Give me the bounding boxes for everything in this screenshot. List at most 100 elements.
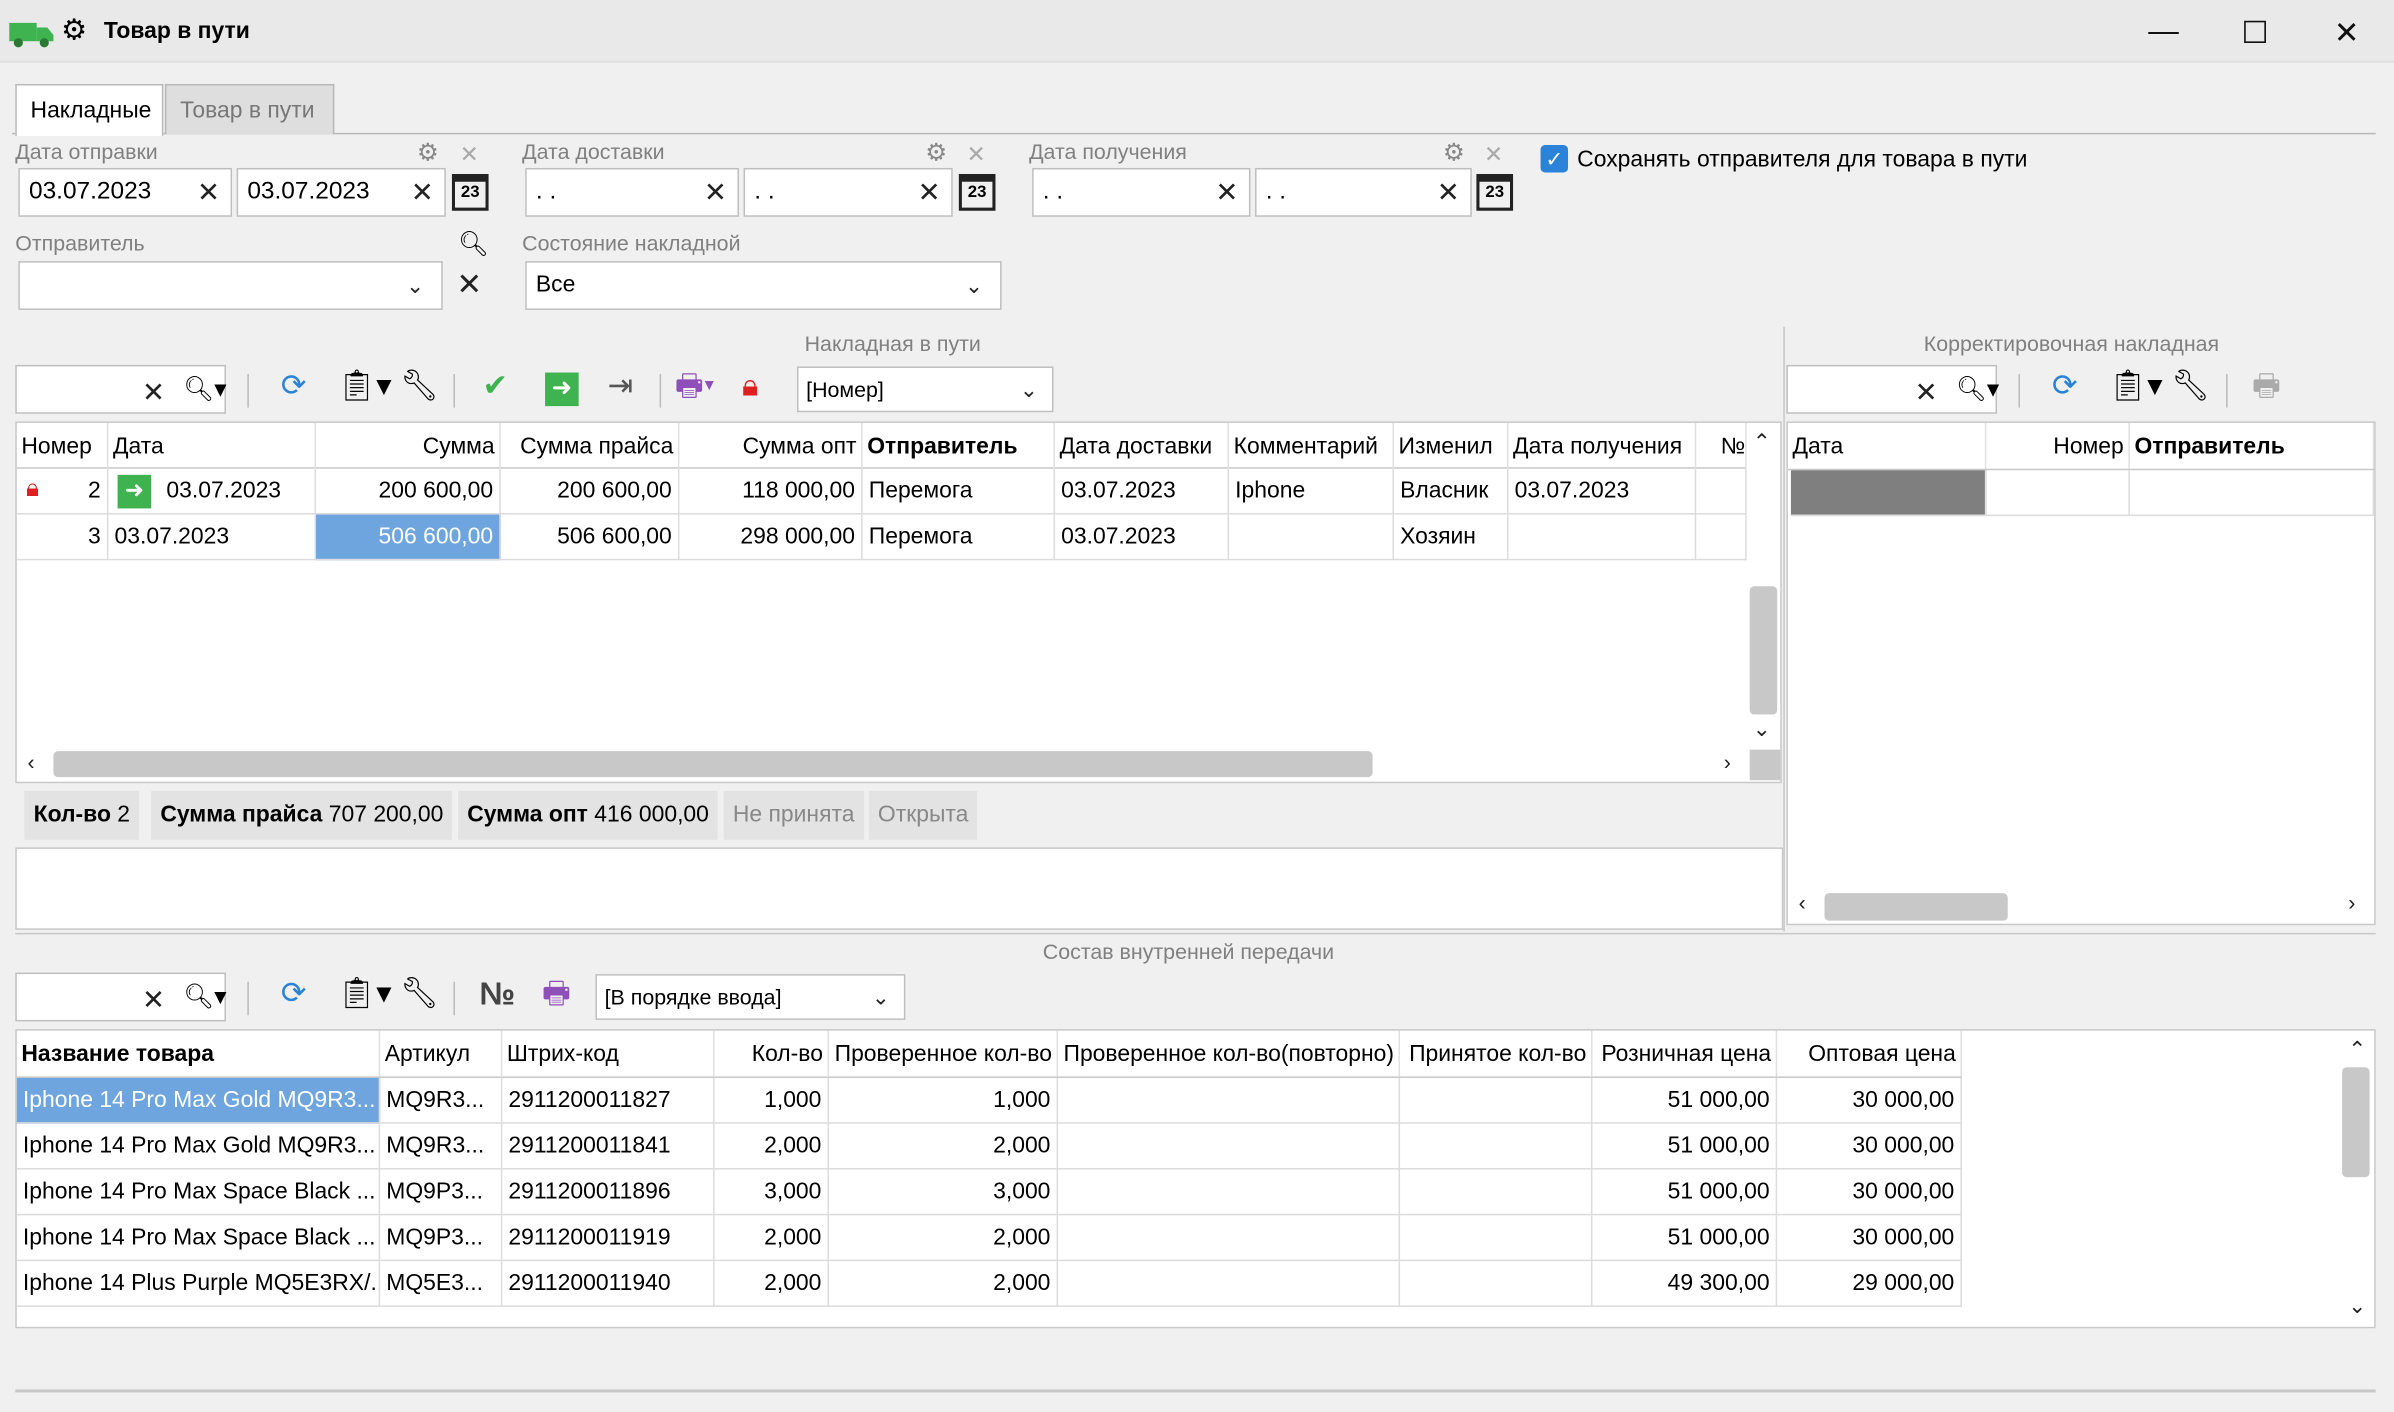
table-row[interactable]: Iphone 14 Pro Max Space Black ... MQ9P3..… [16, 1215, 1962, 1262]
table-cell-focused[interactable] [1790, 470, 1987, 517]
clear-icon[interactable]: ✕ [1437, 179, 1460, 206]
search-icon[interactable]: 🔍︎ [458, 229, 489, 260]
col-wholesale-price[interactable]: Оптовая цена [1777, 1030, 1962, 1077]
col-changed[interactable]: Изменил [1394, 422, 1509, 469]
clipboard-icon[interactable]: 📋︎▾ [337, 371, 391, 402]
close-button[interactable]: ✕ [2312, 6, 2382, 58]
scroll-right-icon[interactable]: › [1724, 750, 1731, 774]
invoice-state-select[interactable]: Все [525, 261, 1002, 310]
col-date[interactable]: Дата [1788, 422, 1987, 469]
chevron-down-icon[interactable]: ⌄ [965, 273, 983, 299]
col-barcode[interactable]: Штрих-код [502, 1030, 715, 1077]
comment-area[interactable] [15, 847, 1784, 930]
horizontal-scrollbar[interactable] [53, 751, 1373, 778]
clear-icon[interactable]: ✕ [197, 179, 220, 206]
maximize-button[interactable]: ☐ [2220, 6, 2290, 58]
gear-icon[interactable]: ⚙ [1443, 137, 1465, 168]
clear-icon[interactable]: ✕ [704, 179, 727, 206]
chevron-down-icon[interactable]: ⌄ [1020, 377, 1038, 403]
col-number[interactable]: Номер [1986, 422, 2130, 469]
col-sum[interactable]: Сумма [316, 422, 501, 469]
wrench-icon[interactable]: 🔧︎ [400, 979, 439, 1010]
scroll-left-icon[interactable]: ‹ [27, 750, 34, 774]
refresh-icon[interactable]: ⟳ [2052, 371, 2078, 402]
export-icon[interactable]: ⇥ [608, 371, 634, 402]
col-qty[interactable]: Кол-во [715, 1030, 830, 1077]
vertical-scrollbar[interactable] [1749, 586, 1778, 715]
col-no[interactable]: № [1696, 422, 1747, 469]
col-date[interactable]: Дата [108, 422, 317, 469]
scroll-up-icon[interactable]: ⌃ [1753, 429, 1771, 455]
sort-select[interactable]: [Номер] [796, 366, 1054, 413]
table-row[interactable]: 🔒︎ 2 ➜ 03.07.2023 200 600,00 200 600,00 … [16, 468, 1747, 515]
refresh-icon[interactable]: ⟳ [281, 371, 307, 402]
order-select[interactable]: [В порядке ввода] [595, 974, 906, 1020]
scroll-up-icon[interactable]: ⌃ [2348, 1037, 2366, 1063]
tab-invoices[interactable]: Накладные [15, 83, 164, 136]
clear-icon[interactable]: ✕ [460, 140, 479, 168]
printer-icon[interactable]: 🖶︎ [542, 979, 571, 1010]
table-row[interactable]: Iphone 14 Pro Max Space Black ... MQ9P3..… [16, 1169, 1962, 1216]
horizontal-scrollbar[interactable] [1824, 893, 2008, 921]
table-row[interactable]: Iphone 14 Plus Purple MQ5E3RX/... MQ5E3..… [16, 1261, 1962, 1307]
clear-icon[interactable]: ✕ [142, 986, 165, 1013]
number-icon[interactable]: № [479, 977, 515, 1014]
sender-select[interactable] [18, 261, 443, 310]
clear-icon[interactable]: ✕ [918, 179, 941, 206]
table-row[interactable]: 3 03.07.2023 506 600,00 506 600,00 298 0… [16, 514, 1747, 561]
lock-icon[interactable]: 🔒︎ [742, 371, 758, 402]
gear-icon[interactable]: ⚙ [61, 14, 87, 49]
col-sku[interactable]: Артикул [380, 1030, 503, 1077]
table-cell[interactable] [2129, 470, 2375, 517]
clear-icon[interactable]: ✕ [142, 379, 165, 406]
wrench-icon[interactable]: 🔧︎ [400, 371, 439, 402]
calendar-icon[interactable]: 23 [451, 174, 489, 211]
clipboard-icon[interactable]: 📋︎▾ [337, 979, 391, 1010]
chevron-down-icon[interactable]: ⌄ [872, 985, 890, 1011]
clear-icon[interactable]: ✕ [457, 270, 483, 301]
col-checked-qty[interactable]: Проверенное кол-во [829, 1030, 1059, 1077]
wrench-icon[interactable]: 🔧︎ [2171, 371, 2210, 402]
table-row[interactable]: Iphone 14 Pro Max Gold MQ9R3... MQ9R3... 2… [16, 1077, 1962, 1124]
search-dropdown-icon[interactable]: 🔍︎▾ [183, 982, 226, 1013]
col-checked-qty-repeat[interactable]: Проверенное кол-во(повторно) [1058, 1030, 1401, 1077]
minimize-button[interactable]: — [2128, 6, 2198, 58]
calendar-icon[interactable]: 23 [958, 174, 996, 211]
col-opt-sum[interactable]: Сумма опт [679, 422, 863, 469]
clear-icon[interactable]: ✕ [411, 179, 434, 206]
gear-icon[interactable]: ⚙ [417, 137, 439, 168]
check-icon[interactable]: ✔ [482, 371, 508, 402]
scroll-right-icon[interactable]: › [2348, 890, 2355, 914]
col-price-sum[interactable]: Сумма прайса [501, 422, 680, 469]
col-comment[interactable]: Комментарий [1229, 422, 1394, 469]
scroll-down-icon[interactable]: ⌄ [2348, 1293, 2366, 1319]
vertical-scrollbar[interactable] [2342, 1067, 2370, 1178]
col-accepted-qty[interactable]: Принятое кол-во [1400, 1030, 1593, 1077]
col-product-name[interactable]: Название товара [17, 1030, 381, 1077]
table-cell[interactable] [1986, 470, 2130, 517]
search-dropdown-icon[interactable]: 🔍︎▾ [183, 374, 226, 405]
arrow-right-icon[interactable]: ➜ [545, 372, 579, 407]
save-sender-checkbox[interactable]: ✓ [1540, 145, 1569, 173]
col-sender[interactable]: Отправитель [2130, 422, 2375, 469]
col-received-date[interactable]: Дата получения [1508, 422, 1697, 469]
refresh-icon[interactable]: ⟳ [281, 979, 307, 1010]
clear-icon[interactable]: ✕ [1915, 379, 1938, 406]
tab-goods-in-transit[interactable]: Товар в пути [164, 83, 335, 135]
clear-icon[interactable]: ✕ [1215, 179, 1238, 206]
scroll-down-icon[interactable]: ⌄ [1753, 716, 1771, 742]
chevron-down-icon[interactable]: ⌄ [406, 273, 424, 299]
clipboard-icon[interactable]: 📋︎▾ [2109, 371, 2163, 402]
printer-icon[interactable]: 🖶︎▾ [675, 371, 715, 402]
scroll-left-icon[interactable]: ‹ [1799, 890, 1806, 914]
col-sender[interactable]: Отправитель [863, 422, 1056, 469]
clear-icon[interactable]: ✕ [1484, 140, 1503, 168]
clear-icon[interactable]: ✕ [966, 140, 985, 168]
gear-icon[interactable]: ⚙ [925, 137, 947, 168]
printer-icon[interactable]: 🖶︎ [2252, 371, 2281, 402]
calendar-icon[interactable]: 23 [1476, 174, 1514, 211]
col-number[interactable]: Номер [17, 422, 109, 469]
col-delivery-date[interactable]: Дата доставки [1055, 422, 1230, 469]
col-retail-price[interactable]: Розничная цена [1592, 1030, 1778, 1077]
search-dropdown-icon[interactable]: 🔍︎▾ [1956, 374, 1999, 405]
